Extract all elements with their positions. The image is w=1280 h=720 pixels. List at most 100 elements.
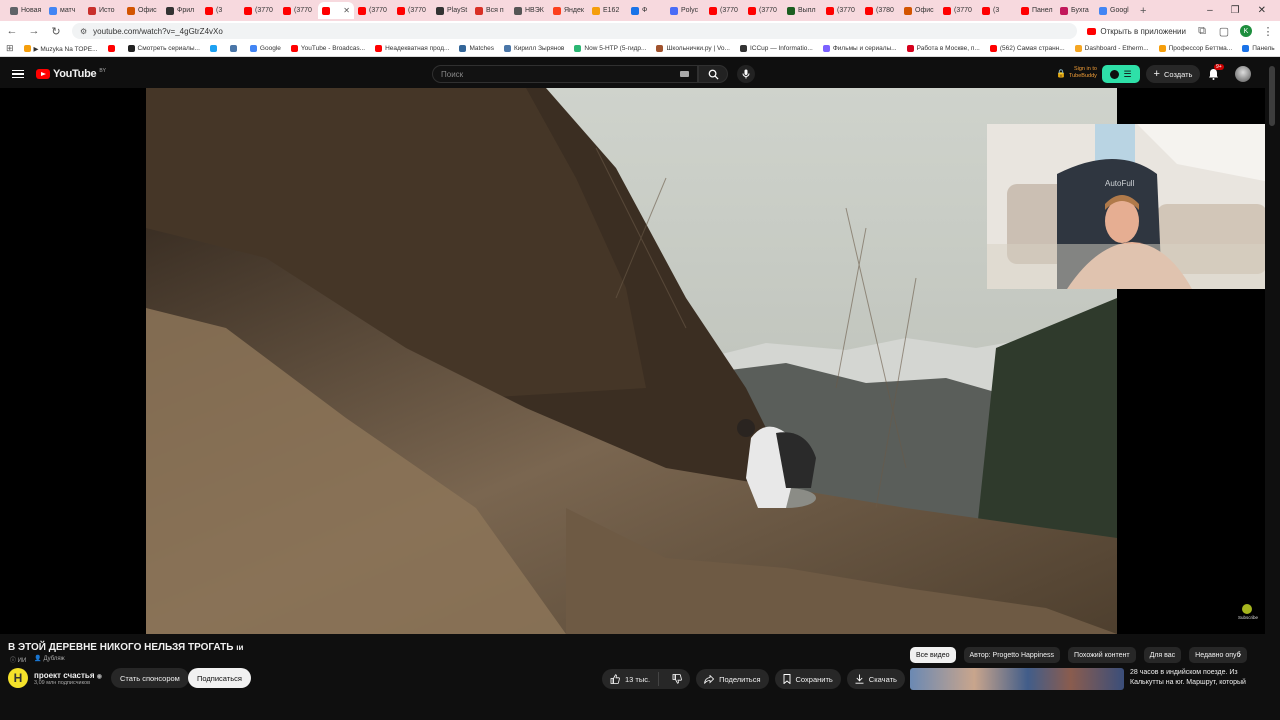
minimize-button[interactable]: – [1207, 5, 1213, 16]
save-button[interactable]: Сохранить [774, 669, 841, 689]
bookmark-item[interactable]: Смотреть сериалы... [127, 45, 200, 52]
video-actions: 13 тыс. Поделиться Сохранить Скачать ••• [602, 669, 931, 689]
menu-icon[interactable] [12, 69, 24, 79]
bookmark-item[interactable]: ICCup — Informatio... [739, 45, 813, 52]
browser-tab[interactable]: Яндек [549, 2, 588, 19]
browser-tab[interactable]: НВЭК [510, 2, 549, 19]
share-button[interactable]: Поделиться [696, 669, 769, 689]
browser-tab[interactable]: (3770 [354, 2, 393, 19]
bookmark-item[interactable]: Школьнички.ру | Vo... [656, 45, 730, 52]
browser-tab[interactable]: Исто [84, 2, 123, 19]
tubebuddy-signin[interactable]: 🔒 Sign in to TubeBuddy [1056, 66, 1097, 80]
filter-chip[interactable]: Все видео [910, 647, 956, 663]
user-avatar[interactable] [1235, 66, 1251, 82]
filter-chip[interactable]: Автор: Progetto Happiness [963, 647, 1061, 663]
browser-tab[interactable]: (3770 [393, 2, 432, 19]
filter-chip[interactable]: Для вас [1143, 647, 1182, 663]
extensions-icon[interactable]: ⧉ [1196, 25, 1208, 38]
bookmark-item[interactable]: ▶ Muzyka Na ТОРЕ... [23, 45, 98, 53]
video-title: В ЭТОЙ ДЕРЕВНЕ НИКОГО НЕЛЬЗЯ ТРОГАТЬ ıᴎ [8, 642, 243, 653]
voice-search-button[interactable] [737, 65, 755, 83]
browser-tab[interactable]: Ф [627, 2, 666, 19]
page-scrollbar[interactable] [1265, 60, 1280, 720]
browser-tab[interactable]: (3770 [744, 2, 783, 19]
filter-chip[interactable]: Похожий контент [1068, 647, 1136, 663]
open-in-app-button[interactable]: Открыть в приложении [1087, 27, 1186, 36]
search-input[interactable]: Поиск [432, 65, 698, 83]
bookmark-item[interactable]: Работа в Москве, п... [906, 45, 980, 52]
bookmark-label: Now 5-HTP (5-гидр... [584, 45, 647, 52]
bookmark-item[interactable]: Кирилл Зырянов [504, 45, 564, 52]
browser-tab[interactable]: Бухга [1056, 2, 1095, 19]
bookmark-item[interactable]: YouTube - Broadcas... [290, 45, 365, 52]
back-icon[interactable]: ← [6, 25, 18, 37]
scrollbar-thumb[interactable] [1269, 66, 1275, 126]
bookmark-item[interactable]: Панель [1242, 45, 1275, 52]
sidebar-icon[interactable]: ▢ [1218, 25, 1230, 38]
join-button[interactable]: Стать спонсором [111, 668, 189, 688]
recommendation-item[interactable]: 28 часов в индийском поезде. Из Калькутт… [910, 668, 1265, 690]
browser-tab[interactable]: Новая [6, 2, 45, 19]
channel-avatar[interactable]: H [8, 668, 28, 688]
bookmark-item[interactable] [229, 45, 240, 52]
browser-tab[interactable]: (3770 [705, 2, 744, 19]
notifications-button[interactable]: 9+ [1208, 64, 1224, 85]
browser-tab[interactable]: Офис [123, 2, 162, 19]
bookmark-item[interactable] [107, 45, 118, 52]
browser-tab[interactable]: Выпл [783, 2, 822, 19]
browser-tab[interactable]: Polyc [666, 2, 705, 19]
browser-tab[interactable]: Googl [1095, 2, 1134, 19]
new-tab-button[interactable]: + [1134, 5, 1152, 17]
tubebuddy-button[interactable]: ☰ [1102, 65, 1140, 83]
channel-name[interactable]: проект счастья ◉ [34, 671, 102, 680]
profile-avatar[interactable]: K [1240, 25, 1252, 37]
search-button[interactable] [698, 65, 728, 83]
close-window-button[interactable]: ✕ [1258, 5, 1266, 16]
chevron-right-icon[interactable]: › [1238, 649, 1241, 660]
dislike-button[interactable] [664, 674, 690, 684]
url-field[interactable]: ⚙ youtube.com/watch?v=_4gGtrZ4vXo [72, 23, 1078, 39]
browser-menu-icon[interactable]: ⋮ [1262, 25, 1274, 38]
browser-tab[interactable]: Панел [1017, 2, 1056, 19]
maximize-button[interactable]: ❐ [1231, 5, 1240, 16]
browser-tab[interactable]: (3780 [861, 2, 900, 19]
site-info-icon[interactable]: ⚙ [80, 27, 87, 36]
bookmark-item[interactable]: (562) Самая странн... [989, 45, 1065, 52]
youtube-logo[interactable]: YouTube BY [36, 68, 106, 80]
recommendation-title[interactable]: 28 часов в индийском поезде. Из Калькутт… [1130, 668, 1260, 690]
reload-icon[interactable]: ↻ [50, 25, 62, 38]
browser-tab[interactable]: Вся п [471, 2, 510, 19]
like-button[interactable]: 13 тыс. [602, 672, 660, 686]
bookmark-item[interactable]: Now 5-HTP (5-гидр... [574, 45, 646, 52]
apps-grid-icon[interactable]: ⊞ [6, 43, 14, 54]
bookmark-item[interactable]: Dashboard - Etherm... [1074, 45, 1149, 52]
create-button[interactable]: + Создать [1146, 65, 1200, 83]
browser-tab[interactable]: (3 [978, 2, 1017, 19]
browser-tab[interactable]: матч [45, 2, 84, 19]
close-tab-icon[interactable]: ✕ [343, 6, 350, 15]
recommendation-thumbnail[interactable] [910, 668, 1124, 690]
browser-tab[interactable]: Офис [900, 2, 939, 19]
browser-tab[interactable]: (3770 [822, 2, 861, 19]
download-button[interactable]: Скачать [846, 669, 905, 689]
video-frame[interactable] [146, 88, 1117, 634]
browser-tab[interactable]: Е162 [588, 2, 627, 19]
subscribe-button[interactable]: Подписаться [188, 668, 251, 688]
browser-tab[interactable]: (3770 [279, 2, 318, 19]
bookmark-item[interactable]: Неадекватная прод... [375, 45, 449, 52]
forward-icon[interactable]: → [28, 25, 40, 37]
browser-tab[interactable]: (3770 [939, 2, 978, 19]
keyboard-icon[interactable] [680, 71, 689, 77]
browser-tab[interactable]: Фрил [162, 2, 201, 19]
bookmark-item[interactable]: Фильмы и сериалы... [822, 45, 897, 52]
browser-tab[interactable]: (3 [201, 2, 240, 19]
bookmark-item[interactable]: Профессор Беттма... [1158, 45, 1232, 52]
browser-tab[interactable]: (3770 [240, 2, 279, 19]
bookmark-item[interactable] [209, 45, 220, 52]
browser-tab[interactable]: PlaySt [432, 2, 471, 19]
channel-watermark[interactable]: Subscribe [1238, 604, 1258, 620]
bookmark-item[interactable]: Matches [459, 45, 494, 52]
window-controls: – ❐ ✕ [1197, 0, 1280, 21]
bookmark-item[interactable]: Google [249, 45, 281, 52]
browser-tab[interactable]: ✕ [318, 2, 354, 19]
